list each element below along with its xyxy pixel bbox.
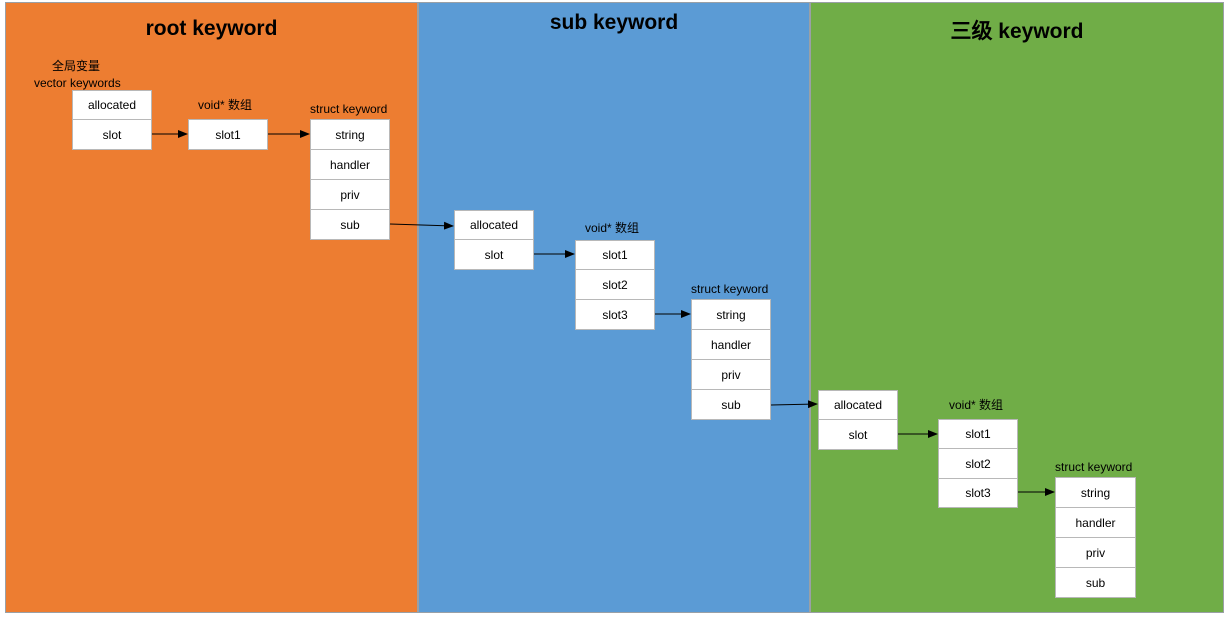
connector-arrows xyxy=(152,130,1055,496)
arrow-root-sub-to-sub-vector xyxy=(389,221,454,230)
arrow-sub-sub-to-third-vector xyxy=(770,400,818,409)
